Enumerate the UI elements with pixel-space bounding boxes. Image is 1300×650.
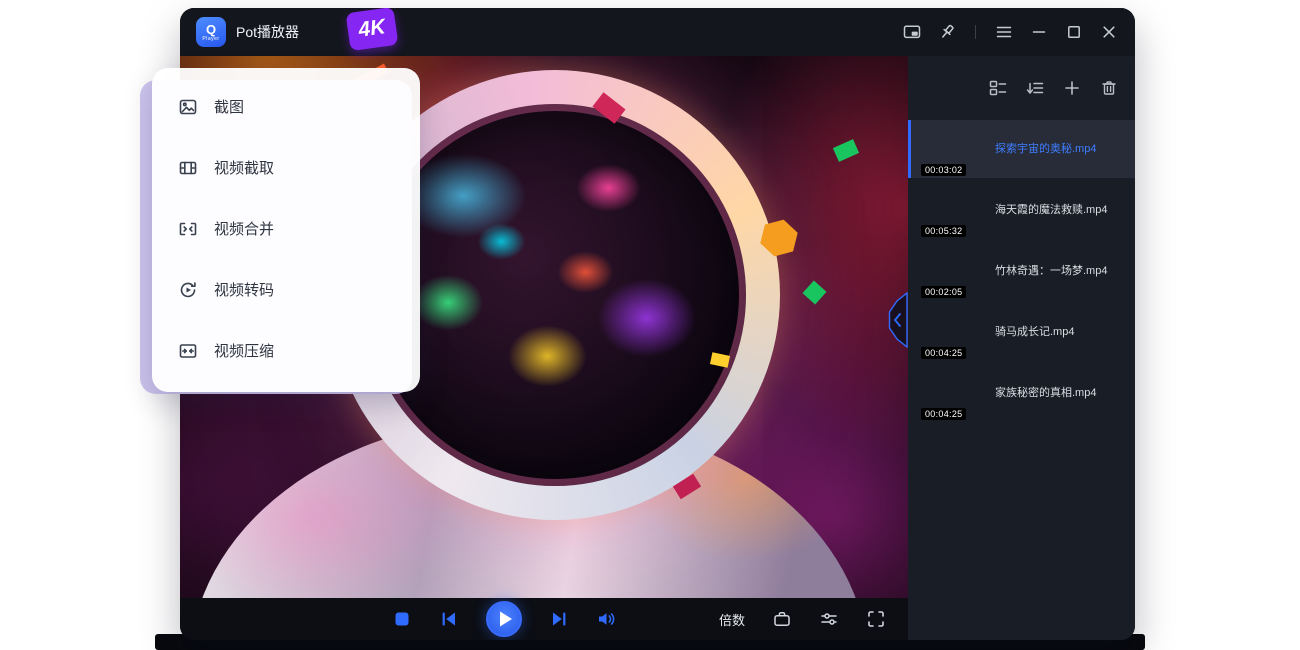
logo-mark: Q — [206, 23, 216, 36]
stop-button[interactable] — [392, 609, 412, 629]
collapse-playlist-button[interactable] — [888, 292, 908, 348]
app-title: Pot播放器 — [236, 22, 299, 42]
view-mode-icon — [989, 79, 1007, 97]
confetti-art — [833, 139, 859, 162]
menu-item-video-transcode[interactable]: 视频转码 — [152, 259, 420, 320]
previous-icon — [439, 609, 459, 629]
video-thumbnail: 00:04:25 — [921, 370, 985, 416]
badge-4k: 4K — [346, 8, 399, 51]
playback-control-bar: 倍数 — [180, 598, 908, 640]
playlist-item[interactable]: 00:04:25 家族秘密的真相.mp4 — [908, 364, 1135, 422]
titlebar-separator — [975, 25, 976, 39]
menu-item-label: 视频压缩 — [214, 340, 274, 361]
delete-button[interactable] — [1099, 78, 1119, 98]
transport-controls — [392, 598, 616, 640]
video-thumbnail: 00:02:05 — [921, 248, 985, 294]
playlist-menu-icon — [995, 23, 1013, 41]
video-title: 探索宇宙的奥秘.mp4 — [995, 142, 1096, 157]
video-thumbnail: 00:04:25 — [921, 309, 985, 355]
play-icon — [488, 603, 520, 635]
playlist-menu-button[interactable] — [994, 22, 1014, 42]
video-title: 海天霞的魔法救赎.mp4 — [995, 203, 1107, 218]
previous-button[interactable] — [439, 609, 459, 629]
video-transcode-icon — [178, 280, 198, 300]
volume-icon — [596, 609, 616, 629]
tune-button[interactable] — [819, 609, 839, 629]
playlist-item[interactable]: 00:03:02 探索宇宙的奥秘.mp4 — [908, 120, 1135, 178]
secondary-controls: 倍数 — [719, 598, 886, 640]
delete-icon — [1100, 79, 1118, 97]
video-trim-icon — [178, 158, 198, 178]
stop-icon — [392, 609, 412, 629]
fullscreen-icon — [866, 609, 886, 629]
menu-item-label: 截图 — [214, 96, 244, 117]
fullscreen-button[interactable] — [866, 609, 886, 629]
minimize-button[interactable] — [1029, 22, 1049, 42]
close-icon — [1100, 23, 1118, 41]
logo-sub: Player — [202, 36, 219, 42]
menu-item-video-merge[interactable]: 视频合并 — [152, 198, 420, 259]
tune-icon — [819, 609, 839, 629]
titlebar: Q Player Pot播放器 — [180, 8, 1135, 56]
sort-button[interactable] — [1025, 78, 1045, 98]
maximize-icon — [1065, 23, 1083, 41]
playlist-items: 00:03:02 探索宇宙的奥秘.mp4 00:05:32 海天霞的魔法救赎.m… — [908, 120, 1135, 422]
duration-badge: 00:02:05 — [921, 286, 966, 298]
duration-badge: 00:04:25 — [921, 347, 966, 359]
confetti-art — [803, 280, 827, 304]
pin-button[interactable] — [937, 22, 957, 42]
add-icon — [1063, 79, 1081, 97]
next-button[interactable] — [549, 609, 569, 629]
duration-badge: 00:05:32 — [921, 225, 966, 237]
menu-item-screenshot[interactable]: 截图 — [152, 76, 420, 137]
video-compress-icon — [178, 341, 198, 361]
next-icon — [549, 609, 569, 629]
video-thumbnail: 00:05:32 — [921, 187, 985, 233]
menu-item-label: 视频合并 — [214, 218, 274, 239]
astronaut-visor-art — [364, 104, 746, 486]
titlebar-actions — [902, 22, 1119, 42]
side-tool-menu: 截图 视频截取 视频合并 — [152, 68, 420, 392]
video-title: 竹林奇遇：一场梦.mp4 — [995, 264, 1107, 279]
video-merge-icon — [178, 219, 198, 239]
close-button[interactable] — [1099, 22, 1119, 42]
maximize-button[interactable] — [1064, 22, 1084, 42]
video-title: 家族秘密的真相.mp4 — [995, 386, 1096, 401]
add-button[interactable] — [1062, 78, 1082, 98]
video-thumbnail: 00:03:02 — [921, 126, 985, 172]
playlist-item[interactable]: 00:04:25 骑马成长记.mp4 — [908, 303, 1135, 361]
volume-button[interactable] — [596, 609, 616, 629]
menu-item-label: 视频转码 — [214, 279, 274, 300]
menu-item-label: 视频截取 — [214, 157, 274, 178]
chevron-left-icon — [888, 292, 908, 348]
playlist-toolbar — [908, 56, 1135, 120]
app-logo: Q Player — [196, 17, 226, 47]
menu-item-video-trim[interactable]: 视频截取 — [152, 137, 420, 198]
play-button[interactable] — [486, 601, 522, 637]
duration-badge: 00:04:25 — [921, 408, 966, 420]
toolbox-button[interactable] — [772, 609, 792, 629]
video-title: 骑马成长记.mp4 — [995, 325, 1074, 340]
duration-badge: 00:03:02 — [921, 164, 966, 176]
screenshot-icon — [178, 97, 198, 117]
menu-item-video-compress[interactable]: 视频压缩 — [152, 320, 420, 381]
pip-icon — [903, 23, 921, 41]
playlist-item[interactable]: 00:05:32 海天霞的魔法救赎.mp4 — [908, 181, 1135, 239]
view-mode-button[interactable] — [988, 78, 1008, 98]
speed-button[interactable]: 倍数 — [719, 610, 745, 629]
sort-icon — [1026, 79, 1044, 97]
pip-button[interactable] — [902, 22, 922, 42]
playlist-panel: 00:03:02 探索宇宙的奥秘.mp4 00:05:32 海天霞的魔法救赎.m… — [908, 56, 1135, 640]
toolbox-icon — [772, 609, 792, 629]
pin-icon — [938, 23, 956, 41]
playlist-item[interactable]: 00:02:05 竹林奇遇：一场梦.mp4 — [908, 242, 1135, 300]
minimize-icon — [1030, 23, 1048, 41]
